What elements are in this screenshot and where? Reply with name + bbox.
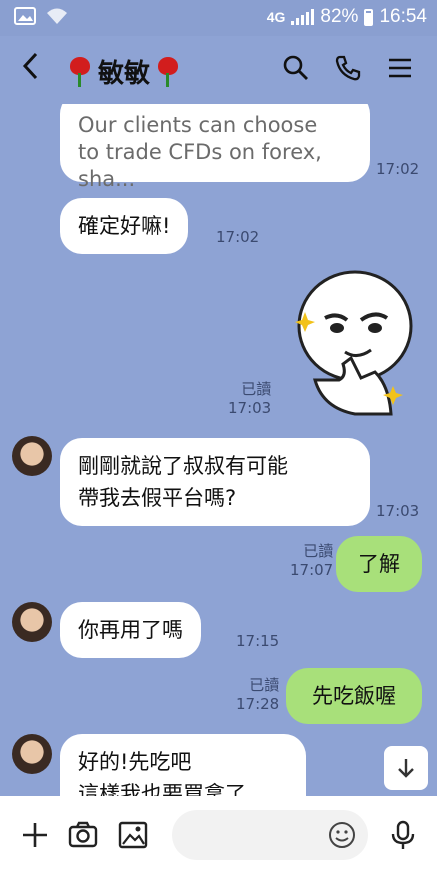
chat-area[interactable]: Our clients can choose to trade CFDs on … [0,104,437,796]
image-icon[interactable] [118,820,148,850]
message-time: 17:07 [290,561,334,579]
battery-percent: 82% [320,6,359,27]
chevron-left-icon [22,52,38,80]
phone-icon[interactable] [334,54,362,82]
message-bubble[interactable]: 先吃飯喔 [286,668,422,724]
message-bubble[interactable]: 你再用了嗎 [60,602,201,658]
message-input[interactable] [172,810,368,860]
message-bubble[interactable]: 好的!先吃吧 這樣我也要買拿了 [60,734,306,796]
message-meta: 已讀 17:07 [290,542,333,580]
message-input-bar [0,796,437,874]
message-text: 這樣我也要買拿了 [78,782,246,796]
arrow-down-icon [398,759,414,778]
contact-avatar[interactable] [12,436,52,476]
emoji-icon[interactable] [328,821,356,849]
message-text: Our clients can choose [78,113,318,137]
message-time: 17:15 [236,632,280,650]
message-time: 17:03 [376,502,420,520]
message-time: 17:28 [236,695,280,713]
rose-emoji [156,56,180,87]
message-time: 17:02 [216,228,260,246]
contact-avatar[interactable] [12,734,52,774]
back-button[interactable] [20,50,42,90]
chat-header: 敏敏 [0,36,437,104]
message-text: 確定好嘛! [78,214,171,238]
message-text: 剛剛就說了叔叔有可能 [78,454,288,478]
message-text: 你再用了嗎 [78,618,183,642]
message-text: to trade CFDs on forex, sha... [78,140,322,191]
menu-icon[interactable] [386,54,414,82]
chat-title[interactable]: 敏敏 [68,53,180,90]
camera-icon[interactable] [68,820,98,850]
wifi-icon [47,8,67,24]
battery-icon [364,8,374,26]
sticker-image[interactable] [295,268,415,418]
microphone-icon[interactable] [388,820,418,850]
read-status: 已讀 [249,676,280,694]
gallery-notification-icon [14,7,36,25]
message-bubble[interactable]: 剛剛就說了叔叔有可能 帶我去假平台嗎? [60,438,370,526]
clock: 16:54 [379,6,427,27]
message-text: 了解 [358,552,400,576]
plus-icon[interactable] [20,820,50,850]
message-bubble[interactable]: Our clients can choose to trade CFDs on … [60,104,370,191]
message-time: 17:02 [376,160,420,178]
message-text: 先吃飯喔 [312,684,396,708]
message-bubble[interactable]: 確定好嘛! [60,198,189,254]
search-icon[interactable] [282,54,310,82]
scroll-to-bottom-button[interactable] [384,746,428,790]
message-meta: 已讀 17:03 [228,380,271,418]
message-meta: 已讀 17:28 [236,676,279,714]
rose-emoji [68,56,92,87]
read-status: 已讀 [241,380,272,398]
read-status: 已讀 [303,542,334,560]
message-text: 好的!先吃吧 [78,750,192,774]
contact-avatar[interactable] [12,602,52,642]
message-bubble[interactable]: 了解 [336,536,422,592]
message-text: 帶我去假平台嗎? [78,486,237,510]
contact-name: 敏敏 [98,59,151,89]
message-time: 17:03 [228,399,272,417]
signal-icon [291,9,315,25]
network-type: 4G [266,9,286,25]
status-bar: 4G 82% 16:54 [0,0,437,36]
